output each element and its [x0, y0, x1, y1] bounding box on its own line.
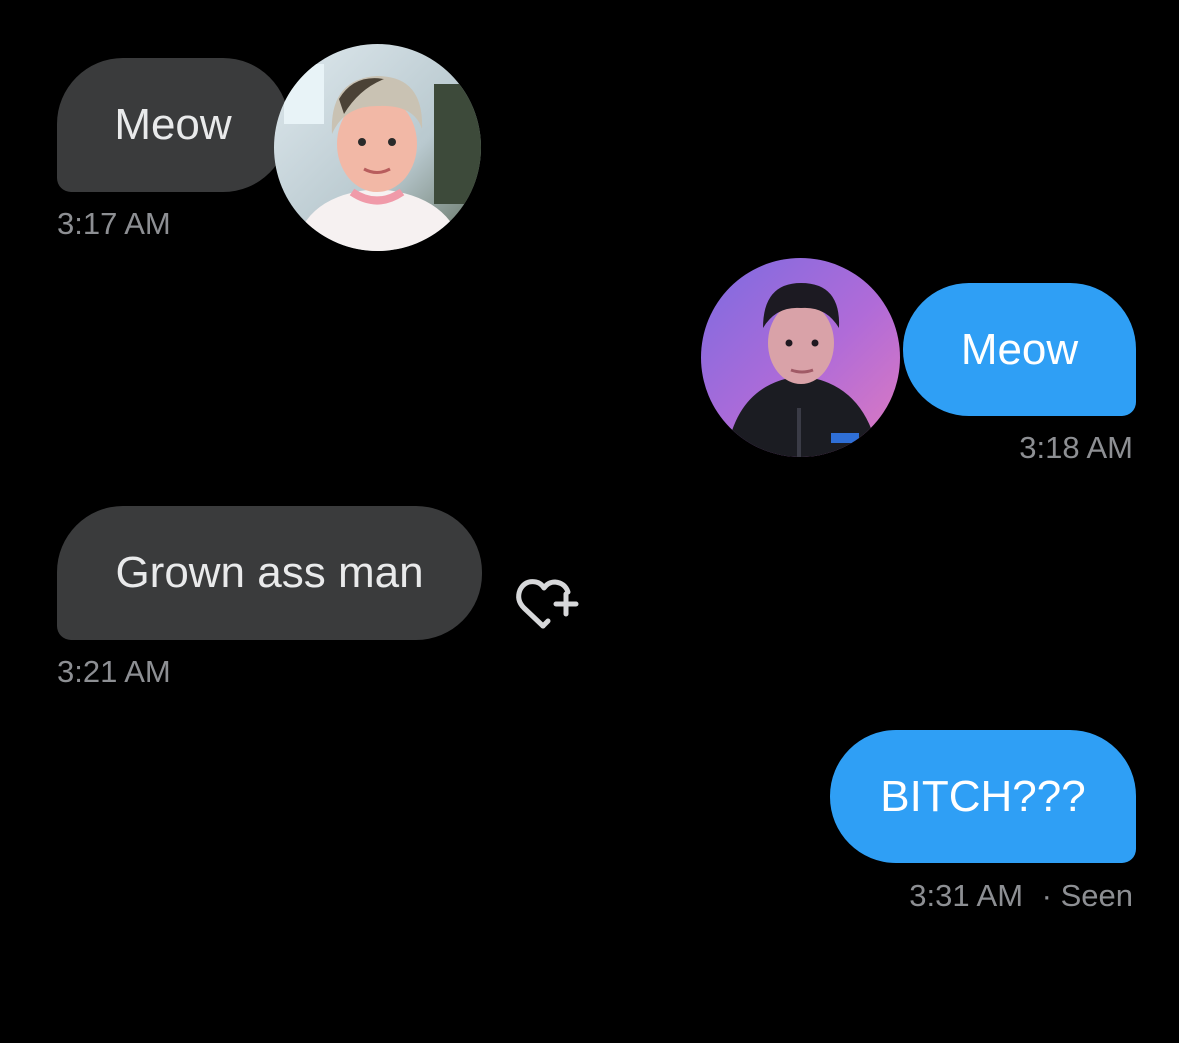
- message-bubble-incoming[interactable]: Grown ass man: [57, 506, 482, 640]
- message-timestamp-row: 3:31 AM · Seen: [909, 878, 1133, 914]
- message-timestamp: 3:31 AM: [909, 878, 1024, 913]
- message-text: Meow: [114, 100, 232, 149]
- message-text: BITCH???: [880, 771, 1086, 821]
- message-timestamp: 3:18 AM: [1019, 430, 1133, 465]
- avatar: [274, 44, 481, 251]
- message-bubble-outgoing[interactable]: Meow: [903, 283, 1136, 416]
- heart-plus-icon[interactable]: [510, 568, 580, 638]
- message-text: Meow: [960, 324, 1079, 374]
- message-bubble-incoming[interactable]: Meow: [57, 58, 289, 192]
- message-text: Grown ass man: [115, 548, 424, 597]
- message-bubble-outgoing[interactable]: BITCH???: [830, 730, 1136, 863]
- avatar: [701, 258, 900, 457]
- seen-status: · Seen: [1041, 878, 1133, 913]
- message-timestamp: 3:17 AM: [57, 206, 171, 241]
- message-timestamp: 3:21 AM: [57, 654, 171, 689]
